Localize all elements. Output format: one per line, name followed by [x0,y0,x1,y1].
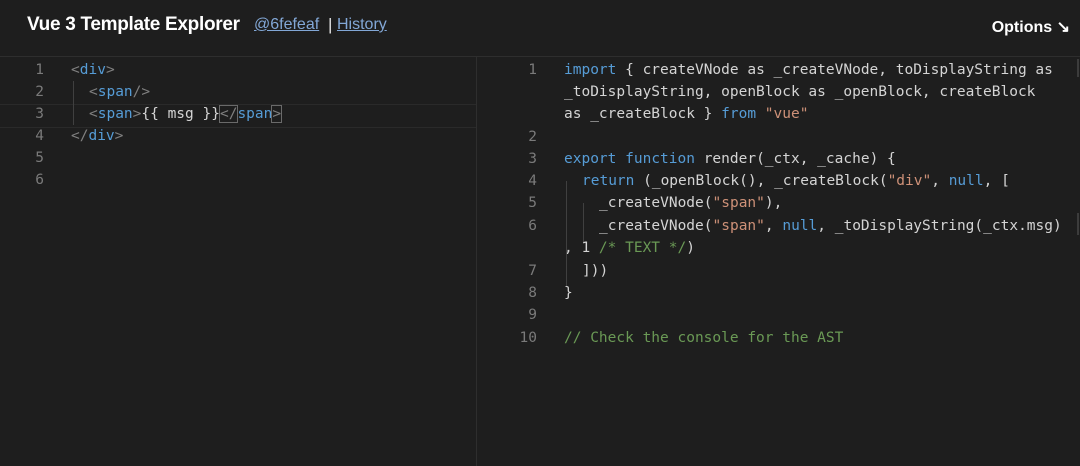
separator: | [328,15,333,34]
code-line: _createVNode("span"), [599,195,783,211]
scroll-edge [1077,213,1079,235]
code-line: <span>{{ msg }}</span> [89,105,283,123]
app-title: Vue 3 Template Explorer [27,14,240,35]
code-line: } [564,285,573,301]
code-line: ])) [582,263,609,279]
line-number: 8 [528,285,537,301]
line-number: 9 [528,307,537,323]
indent-guide [566,181,567,287]
line-number: 1 [528,62,537,78]
compiled-output: 1 2 3 4 5 6 7 8 9 10 import { createVNod… [477,57,1080,466]
indent-guide [73,81,74,125]
line-number: 7 [528,263,537,279]
code-line: as _createBlock } from "vue" [564,106,809,122]
code-line: <div> [71,62,115,78]
scroll-edge [1077,59,1079,77]
code-line: import { createVNode as _createVNode, to… [564,62,1053,78]
code-line: , 1 /* TEXT */) [564,240,695,256]
line-number: 5 [35,150,44,166]
code-line: <span/> [89,84,151,100]
options-button[interactable]: Options ↘ [992,17,1070,37]
line-number: 1 [35,62,44,78]
commit-link[interactable]: @6fefeaf [254,16,319,34]
code-line: _toDisplayString, openBlock as _openBloc… [564,84,1036,100]
code-line: return (_openBlock(), _createBlock("div"… [582,173,1010,189]
line-number: 3 [528,151,537,167]
line-number: 10 [519,330,537,346]
line-number: 2 [35,84,44,100]
code-line: _createVNode("span", null, _toDisplayStr… [599,218,1062,234]
line-number: 3 [35,106,44,122]
line-number: 6 [35,172,44,188]
line-number: 4 [528,173,537,189]
code-line: // Check the console for the AST [564,330,844,346]
code-line: </div> [71,128,124,144]
line-number: 6 [528,218,537,234]
line-number: 2 [528,129,537,145]
history-link[interactable]: History [337,16,387,34]
template-editor[interactable]: 1 2 3 4 5 6 <div> <span/> <span>{{ msg }… [0,57,477,466]
line-number: 5 [528,195,537,211]
line-number: 4 [35,128,44,144]
code-line: export function render(_ctx, _cache) { [564,151,896,167]
header: Vue 3 Template Explorer @6fefeaf | Histo… [0,0,1080,57]
